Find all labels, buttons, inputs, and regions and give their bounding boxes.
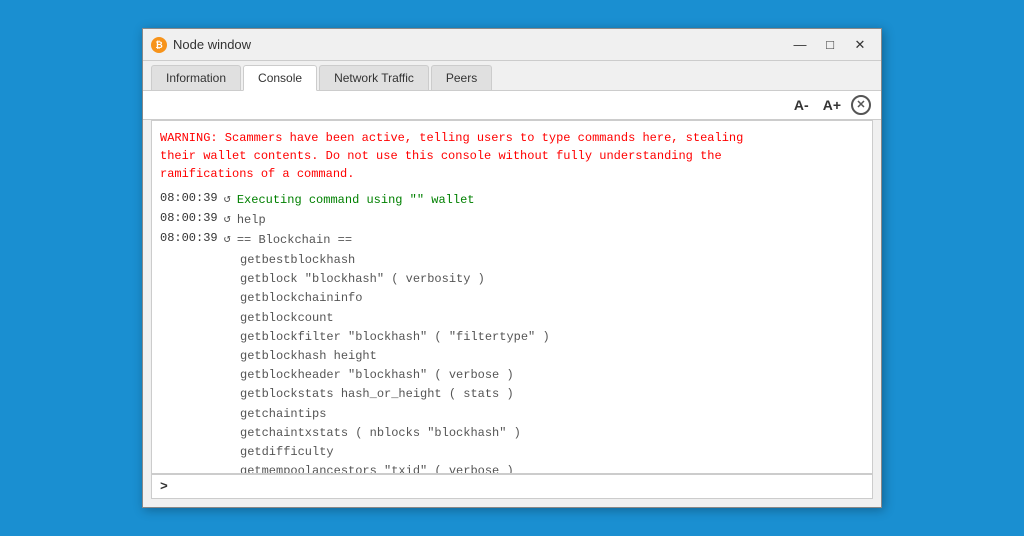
title-bar: ₿ Node window — □ ✕: [143, 29, 881, 61]
log-time-2: 08:00:39: [160, 231, 218, 245]
tab-console[interactable]: Console: [243, 65, 317, 91]
blockchain-commands: getbestblockhashgetblock "blockhash" ( v…: [240, 251, 864, 473]
console-area: WARNING: Scammers have been active, tell…: [151, 120, 873, 474]
blockchain-command: getdifficulty: [240, 443, 864, 462]
tab-peers[interactable]: Peers: [431, 65, 492, 90]
log-content-2: == Blockchain ==: [237, 231, 352, 249]
blockchain-command: getblock "blockhash" ( verbosity ): [240, 270, 864, 289]
app-icon-symbol: ₿: [155, 40, 162, 50]
log-icon-0: ↺: [224, 191, 231, 206]
console-input-bar: >: [151, 474, 873, 499]
tab-bar: Information Console Network Traffic Peer…: [143, 61, 881, 91]
log-content-1: help: [237, 211, 266, 229]
log-time-0: 08:00:39: [160, 191, 218, 205]
blockchain-command: getblockfilter "blockhash" ( "filtertype…: [240, 328, 864, 347]
log-content-0: Executing command using "" wallet: [237, 191, 475, 209]
maximize-button[interactable]: □: [817, 35, 843, 55]
blockchain-command: getblockhash height: [240, 347, 864, 366]
blockchain-command: getblockcount: [240, 309, 864, 328]
console-output[interactable]: WARNING: Scammers have been active, tell…: [152, 121, 872, 473]
node-window: ₿ Node window — □ ✕ Information Console …: [142, 28, 882, 508]
blockchain-command: getmempoolancestors "txid" ( verbose ): [240, 462, 864, 473]
tab-information[interactable]: Information: [151, 65, 241, 90]
log-icon-1: ↺: [224, 211, 231, 226]
clear-icon: ✕: [856, 100, 865, 111]
app-icon: ₿: [151, 37, 167, 53]
log-time-1: 08:00:39: [160, 211, 218, 225]
console-toolbar: A- A+ ✕: [143, 91, 881, 120]
console-input[interactable]: [174, 480, 864, 494]
warning-message: WARNING: Scammers have been active, tell…: [160, 129, 864, 183]
log-entry-1: 08:00:39 ↺ help: [160, 211, 864, 229]
window-title: Node window: [173, 37, 781, 52]
minimize-button[interactable]: —: [787, 35, 813, 55]
close-button[interactable]: ✕: [847, 35, 873, 55]
log-entry-2: 08:00:39 ↺ == Blockchain ==: [160, 231, 864, 249]
increase-font-button[interactable]: A+: [819, 95, 845, 115]
prompt-symbol: >: [160, 479, 168, 494]
blockchain-command: getchaintxstats ( nblocks "blockhash" ): [240, 424, 864, 443]
tab-network-traffic[interactable]: Network Traffic: [319, 65, 429, 90]
window-controls: — □ ✕: [787, 35, 873, 55]
blockchain-command: getchaintips: [240, 405, 864, 424]
blockchain-command: getblockchaininfo: [240, 289, 864, 308]
blockchain-command: getbestblockhash: [240, 251, 864, 270]
log-icon-2: ↺: [224, 231, 231, 246]
clear-console-button[interactable]: ✕: [851, 95, 871, 115]
blockchain-command: getblockheader "blockhash" ( verbose ): [240, 366, 864, 385]
log-entry-0: 08:00:39 ↺ Executing command using "" wa…: [160, 191, 864, 209]
blockchain-command: getblockstats hash_or_height ( stats ): [240, 385, 864, 404]
decrease-font-button[interactable]: A-: [790, 95, 813, 115]
